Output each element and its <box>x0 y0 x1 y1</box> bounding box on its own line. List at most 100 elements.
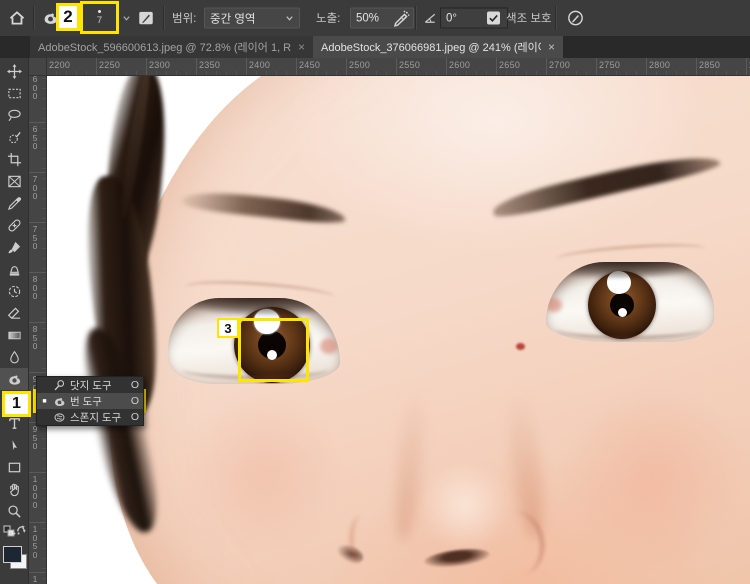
ruler-label: 2550 <box>399 60 421 70</box>
ruler-tick <box>96 58 97 75</box>
ruler-label: 2750 <box>599 60 621 70</box>
dodge-tool-icon <box>53 379 66 392</box>
ruler-label: 2650 <box>499 60 521 70</box>
menu-item-shortcut: O <box>130 379 139 391</box>
blemish <box>516 343 525 350</box>
crop-tool-icon[interactable] <box>0 148 28 170</box>
path-select-tool-icon[interactable] <box>0 434 28 456</box>
right-eye-highlight-small <box>618 308 627 317</box>
history-brush-tool-icon[interactable] <box>0 280 28 302</box>
zoom-tool-icon[interactable] <box>0 500 28 522</box>
photoshop-window: 7 2 범위: 중간 영역 노출: 50% 색조 보호 <box>0 0 750 584</box>
tab-inactive-document[interactable]: AdobeStock_596600613.jpeg @ 72.8% (레이어 1… <box>30 36 313 58</box>
ruler-label: 2250 <box>99 60 121 70</box>
ruler-tick <box>546 58 547 75</box>
tab-active-document[interactable]: AdobeStock_376066981.jpeg @ 241% (레이어 1,… <box>313 36 563 58</box>
ruler-label: 2850 <box>699 60 721 70</box>
marquee-tool-icon[interactable] <box>0 82 28 104</box>
highlight-box-iris <box>238 318 309 382</box>
tab-close-icon[interactable]: × <box>298 40 305 54</box>
document-canvas[interactable] <box>46 75 750 584</box>
ruler-tick <box>146 58 147 75</box>
home-icon[interactable] <box>8 9 26 27</box>
eraser-tool-icon[interactable] <box>0 302 28 324</box>
ruler-label: 2200 <box>49 60 71 70</box>
menu-item-label: 번 도구 <box>70 395 102 408</box>
ruler-label: 750 <box>32 224 38 251</box>
ruler-label: 2450 <box>299 60 321 70</box>
menu-item-shortcut: O <box>130 411 139 423</box>
menu-item-sponge-tool[interactable]: 스폰지 도구 O <box>37 409 143 425</box>
ruler-label: 950 <box>32 424 38 451</box>
menu-item-burn-tool[interactable]: ■ 번 도구 O <box>37 393 143 409</box>
ruler-tick <box>346 58 347 75</box>
menu-item-dodge-tool[interactable]: 닷지 도구 O <box>37 377 143 393</box>
ruler-tick <box>196 58 197 75</box>
ruler-tick <box>28 222 46 223</box>
ruler-label: 600 <box>32 74 38 101</box>
separator <box>555 6 557 30</box>
quick-select-tool-icon[interactable] <box>0 126 28 148</box>
separator <box>415 6 417 30</box>
brush-preset-picker[interactable]: 7 <box>80 1 119 34</box>
move-tool-icon[interactable] <box>0 60 28 82</box>
hand-tool-icon[interactable] <box>0 478 28 500</box>
ruler-label: 2350 <box>199 60 221 70</box>
more-tools-icon[interactable] <box>0 522 28 544</box>
right-cheek-blush <box>560 388 745 563</box>
step-badge-1: 1 <box>2 391 31 417</box>
range-label: 범위: <box>172 13 197 25</box>
ruler-label: 2700 <box>549 60 571 70</box>
burn-tool-icon <box>53 394 66 409</box>
tab-title: AdobeStock_376066981.jpeg @ 241% (레이어 1,… <box>321 42 541 54</box>
protect-tones-label: 색조 보호 <box>506 13 552 25</box>
ruler-label: 800 <box>32 274 38 301</box>
smoothing-icon[interactable] <box>566 9 585 28</box>
step-badge-3: 3 <box>217 318 239 338</box>
ruler-tick <box>28 522 46 523</box>
tab-title: AdobeStock_596600613.jpeg @ 72.8% (레이어 1… <box>38 42 291 54</box>
ruler-tick <box>696 58 697 75</box>
healing-brush-tool-icon[interactable] <box>0 214 28 236</box>
ruler-label: 700 <box>32 174 38 201</box>
ruler-tick <box>28 172 46 173</box>
left-cheek-blush <box>180 398 345 548</box>
brush-settings-panel-icon[interactable] <box>137 9 155 27</box>
airbrush-icon[interactable] <box>392 9 411 28</box>
chevron-down-icon[interactable] <box>122 14 131 23</box>
menu-item-label: 스폰지 도구 <box>70 411 122 424</box>
range-value: 중간 영역 <box>210 13 256 25</box>
ruler-tick <box>446 58 447 75</box>
tools-panel <box>0 58 29 584</box>
options-bar: 7 2 범위: 중간 영역 노출: 50% 색조 보호 <box>0 0 750 36</box>
blur-tool-icon[interactable] <box>0 346 28 368</box>
tab-close-icon[interactable]: × <box>548 40 555 54</box>
gradient-tool-icon[interactable] <box>0 324 28 346</box>
angle-icon <box>423 11 438 26</box>
lasso-tool-icon[interactable] <box>0 104 28 126</box>
menu-item-label: 닷지 도구 <box>70 379 112 392</box>
eyedropper-tool-icon[interactable] <box>0 192 28 214</box>
ruler-tick <box>28 472 46 473</box>
exposure-value: 50% <box>356 12 380 24</box>
ruler-label: 2300 <box>149 60 171 70</box>
foreground-color-swatch[interactable] <box>3 546 22 563</box>
ruler-tick <box>596 58 597 75</box>
ruler-label: 1000 <box>32 474 38 510</box>
ruler-label: 2400 <box>249 60 271 70</box>
chevron-down-icon <box>286 16 293 21</box>
brush-size-value: 7 <box>96 14 103 26</box>
horizontal-ruler[interactable]: 2200 2250 2300 2350 2400 2450 2500 2550 2600 2650… <box>46 58 750 76</box>
rectangle-tool-icon[interactable] <box>0 456 28 478</box>
brush-tip-preview <box>98 9 101 13</box>
right-eye <box>546 262 714 342</box>
range-dropdown[interactable]: 중간 영역 <box>204 7 300 29</box>
protect-tones-checkbox[interactable] <box>487 11 500 25</box>
burn-tool-icon[interactable] <box>0 368 28 390</box>
brush-tool-icon[interactable] <box>0 236 28 258</box>
ruler-label: 850 <box>32 324 38 351</box>
frame-tool-icon[interactable] <box>0 170 28 192</box>
vertical-ruler[interactable]: 600650700750800850900950100010501100 <box>28 58 47 584</box>
ruler-tick <box>396 58 397 75</box>
clone-stamp-tool-icon[interactable] <box>0 258 28 280</box>
